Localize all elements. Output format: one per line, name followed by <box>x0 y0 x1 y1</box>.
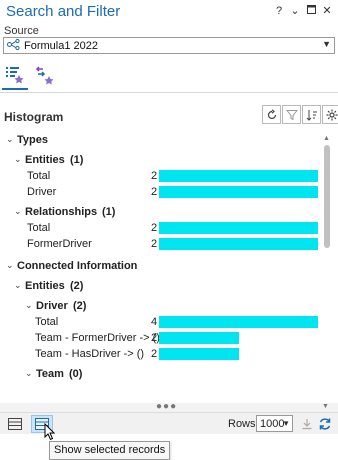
tree-item-label: Team - FormerDriver -> () <box>35 332 160 344</box>
scroll-up-icon[interactable]: ▲ <box>323 135 330 142</box>
source-label: Source <box>4 25 39 37</box>
table-icon <box>8 418 22 430</box>
title-bar: Search and Filter ? ⌄ ✕ <box>0 0 338 24</box>
tree-group-label: Entities <box>25 280 65 292</box>
histogram-bar[interactable] <box>159 332 239 344</box>
histogram-toolbar <box>262 105 338 124</box>
expand-chevron-icon[interactable]: ⌄ <box>14 280 22 291</box>
expand-chevron-icon[interactable]: ⌄ <box>14 154 22 165</box>
tree-group-count: (2) <box>70 280 84 292</box>
rows-value: 1000 <box>260 418 285 430</box>
source-select[interactable]: Formula1 2022 ▼ <box>3 37 335 54</box>
rows-select[interactable]: 1000 ▼ <box>256 415 293 432</box>
tree-item-row[interactable]: Driver 2 <box>0 185 320 201</box>
histogram-bar[interactable] <box>159 186 318 198</box>
tree-group-label: Driver <box>36 300 68 312</box>
tree-group-row[interactable]: ⌄ Driver (2) <box>0 299 320 315</box>
tree-item-count: 2 <box>151 222 158 234</box>
tree-group-row[interactable]: ⌄ Entities (2) <box>0 279 320 295</box>
tree-group-row[interactable]: ⌄ Relationships (1) <box>0 205 320 221</box>
chevron-down-icon: ▼ <box>282 419 290 428</box>
restore-icon[interactable] <box>306 5 316 17</box>
expand-chevron-icon[interactable]: ⌄ <box>25 300 33 311</box>
histogram-bar[interactable] <box>159 170 318 182</box>
tree-group-label: Entities <box>25 154 65 166</box>
expand-chevron-icon[interactable]: ⌄ <box>6 260 14 271</box>
tree-group-label: Connected Information <box>17 260 138 272</box>
tree-item-row[interactable]: Total 2 <box>0 221 320 237</box>
sort-icon <box>306 109 317 121</box>
tree-group-count: (2) <box>73 300 87 312</box>
tree-item-count: 2 <box>151 186 158 198</box>
tree-item-label: Driver <box>27 186 57 198</box>
show-all-records-button[interactable] <box>4 415 26 433</box>
tab-divider <box>0 92 338 93</box>
tree-group-count: (1) <box>102 206 116 218</box>
tree-item-label: FormerDriver <box>27 238 92 250</box>
tree-item-label: Team - HasDriver -> () <box>35 348 145 360</box>
tree-group-row[interactable]: ⌄ Team (0) <box>0 367 320 383</box>
tree-group-count: (0) <box>69 368 83 380</box>
expand-chevron-icon[interactable]: ⌄ <box>6 134 14 145</box>
refresh-records-button[interactable] <box>314 415 336 433</box>
tree-item-count: 4 <box>151 316 158 328</box>
tree-item-row[interactable]: Team - FormerDriver -> () 2 <box>0 331 320 347</box>
tree-group-row[interactable]: ⌄ Entities (1) <box>0 153 320 169</box>
scroll-down-icon[interactable]: ▼ <box>322 403 329 410</box>
connections-icon <box>35 66 54 85</box>
network-icon <box>7 38 20 53</box>
rows-label: Rows: <box>228 418 259 430</box>
histogram-title: Histogram <box>4 110 64 124</box>
gear-icon <box>326 109 337 120</box>
refresh-button[interactable] <box>262 105 281 124</box>
tree-group-count: (1) <box>70 154 84 166</box>
tree-item-count: 2 <box>151 170 158 182</box>
sync-icon <box>319 418 331 430</box>
sort-button[interactable] <box>302 105 321 124</box>
histogram-tree: ⌄ Types ⌄ Entities (1) Total 2 Driver 2 ⌄ Relation… <box>0 128 338 403</box>
scrollbar-thumb[interactable] <box>324 145 330 248</box>
tree-item-row[interactable]: Team - HasDriver -> () 2 <box>0 347 320 363</box>
more-dots-icon: ●●● <box>156 401 178 412</box>
histogram-bar[interactable] <box>159 316 318 328</box>
tree-item-row[interactable]: FormerDriver 2 <box>0 237 320 253</box>
tree-item-label: Total <box>27 222 51 234</box>
tree-group-label: Relationships <box>25 206 98 218</box>
tree-group-row[interactable]: ⌄ Types <box>0 133 320 149</box>
histogram-bar[interactable] <box>159 238 318 250</box>
tree-group-label: Team <box>36 368 64 380</box>
download-icon <box>302 419 312 430</box>
settings-button[interactable] <box>322 105 338 124</box>
filter-button[interactable] <box>282 105 301 124</box>
tree-item-row[interactable]: Total 4 <box>0 315 320 331</box>
source-value: Formula1 2022 <box>24 39 98 52</box>
tree-item-row[interactable]: Total 2 <box>0 169 320 185</box>
tree-item-label: Total <box>27 170 51 182</box>
tree-group-label: Types <box>17 134 48 146</box>
tree-item-count: 2 <box>151 348 158 360</box>
filter-icon <box>285 109 298 120</box>
tab-connections[interactable] <box>32 60 58 90</box>
histogram-bar[interactable] <box>159 348 239 360</box>
chevron-down-icon: ▼ <box>322 39 331 49</box>
expand-chevron-icon[interactable]: ⌄ <box>14 206 22 217</box>
tree-group-row[interactable]: ⌄ Connected Information <box>0 259 320 275</box>
pane-controls: ? ⌄ ✕ <box>274 5 332 17</box>
refresh-icon <box>267 108 276 119</box>
vertical-scrollbar[interactable]: ▲ <box>322 135 332 390</box>
tree-item-label: Total <box>35 316 59 328</box>
chevron-down-icon[interactable]: ⌄ <box>290 5 300 17</box>
pane-title: Search and Filter <box>6 3 121 20</box>
tooltip: Show selected records <box>49 441 171 460</box>
help-icon[interactable]: ? <box>274 5 284 17</box>
histogram-list-icon <box>6 67 24 84</box>
tab-histogram[interactable] <box>2 60 28 90</box>
tree-item-count: 2 <box>151 238 158 250</box>
view-tabs <box>2 60 62 92</box>
close-icon[interactable]: ✕ <box>322 5 332 17</box>
histogram-bar[interactable] <box>159 222 318 234</box>
expand-chevron-icon[interactable]: ⌄ <box>25 368 33 379</box>
tree-item-count: 2 <box>151 332 158 344</box>
